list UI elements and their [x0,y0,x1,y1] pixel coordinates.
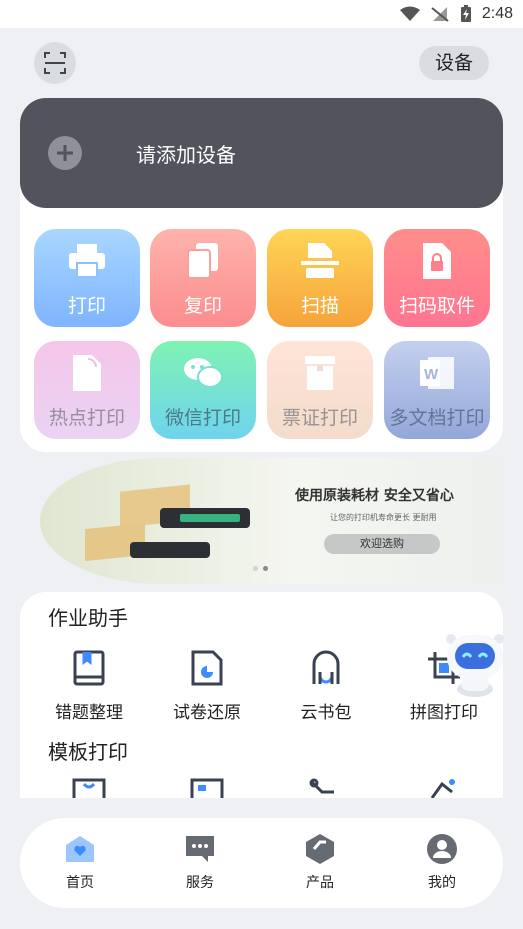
wifi-icon [399,6,420,21]
pagination-dot[interactable] [253,566,258,571]
homework-section-title: 作业助手 [48,606,128,630]
tool-label: 错题整理 [55,703,123,723]
nav-label: 产品 [306,875,334,891]
scanner-icon [300,241,340,281]
tool-label: 试卷还原 [173,703,241,723]
nav-product[interactable]: 产品 [270,818,370,908]
backpack-icon [308,650,344,686]
tile-label: 多文档打印 [389,407,485,429]
add-device-button[interactable]: 请添加设备 [20,98,503,208]
tile-multi-doc-print[interactable]: W 多文档打印 [384,341,490,439]
nav-service[interactable]: 服务 [150,818,250,908]
tile-label: 打印 [67,295,106,317]
add-device-label: 请添加设备 [136,142,236,167]
printer-icon [67,241,107,281]
template-icon[interactable] [72,778,106,798]
promo-banner[interactable]: 使用原装耗材 安全又省心 让您的打印机寿命更长 更耐用 欢迎选购 [40,458,502,584]
tile-hotspot-print[interactable]: 热点打印 [34,341,140,439]
banner-subtext: 让您的打印机寿命更长 更耐用 [330,513,437,522]
tool-paper-restore[interactable]: 试卷还原 [157,650,257,723]
homework-assistant-card: 作业助手 错题整理 试卷还原 云书包 拼图打印 模板打印 [20,592,503,798]
nav-home[interactable]: 首页 [30,818,130,908]
product-cube-icon [303,832,337,866]
file-lock-icon [417,241,457,281]
pagination-dot-active[interactable] [263,566,268,571]
hotspot-file-icon [67,353,107,393]
tile-scan-code-pickup[interactable]: 扫码取件 [384,229,490,327]
tool-label: 拼图打印 [410,703,478,723]
tool-wrong-questions[interactable]: 错题整理 [39,650,139,723]
tile-copy[interactable]: 复印 [150,229,256,327]
tile-wechat-print[interactable]: 微信打印 [150,341,256,439]
banner-pagination [253,566,268,571]
scan-icon [44,52,66,74]
user-icon [425,832,459,866]
template-icon[interactable] [190,778,224,798]
clock-time: 2:48 [481,5,513,22]
wechat-icon [183,353,223,393]
ticket-icon [300,353,340,393]
tile-label: 扫描 [300,295,339,317]
svg-text:W: W [424,366,439,383]
tile-label: 复印 [183,295,222,317]
bookmark-book-icon [71,650,107,686]
paper-restore-icon [189,650,225,686]
tool-cloud-backpack[interactable]: 云书包 [276,650,376,723]
tile-label: 微信打印 [164,407,241,429]
tile-label: 热点打印 [48,407,125,429]
template-icon[interactable] [428,778,462,798]
signal-off-icon [431,7,449,22]
tool-label: 云书包 [300,703,352,723]
nav-label: 首页 [66,875,94,891]
nav-mine[interactable]: 我的 [392,818,492,908]
plus-icon [48,136,82,170]
nav-label: 我的 [428,875,456,891]
nav-label: 服务 [186,875,214,891]
toner-cartridge-image [130,542,210,558]
banner-headline: 使用原装耗材 安全又省心 [295,488,454,504]
banner-cta-button[interactable]: 欢迎选购 [324,534,440,554]
template-icon[interactable] [308,778,342,798]
tile-label: 扫码取件 [398,295,475,317]
scan-button[interactable] [34,42,76,84]
toner-cartridge-detail [180,514,240,522]
home-icon [63,832,97,866]
battery-charging-icon [460,5,471,22]
word-doc-icon: W [417,353,457,393]
tile-print[interactable]: 打印 [34,229,140,327]
copy-icon [183,241,223,281]
tile-ticket-print[interactable]: 票证打印 [267,341,373,439]
template-section-title: 模板打印 [48,740,128,764]
robot-assistant-icon[interactable] [441,627,509,697]
device-button[interactable]: 设备 [419,46,489,80]
tile-label: 票证打印 [281,407,358,429]
tile-scan[interactable]: 扫描 [267,229,373,327]
chat-bubble-icon [183,832,217,866]
status-bar: 2:48 [0,0,523,28]
bottom-navigation: 首页 服务 产品 我的 [20,818,503,908]
